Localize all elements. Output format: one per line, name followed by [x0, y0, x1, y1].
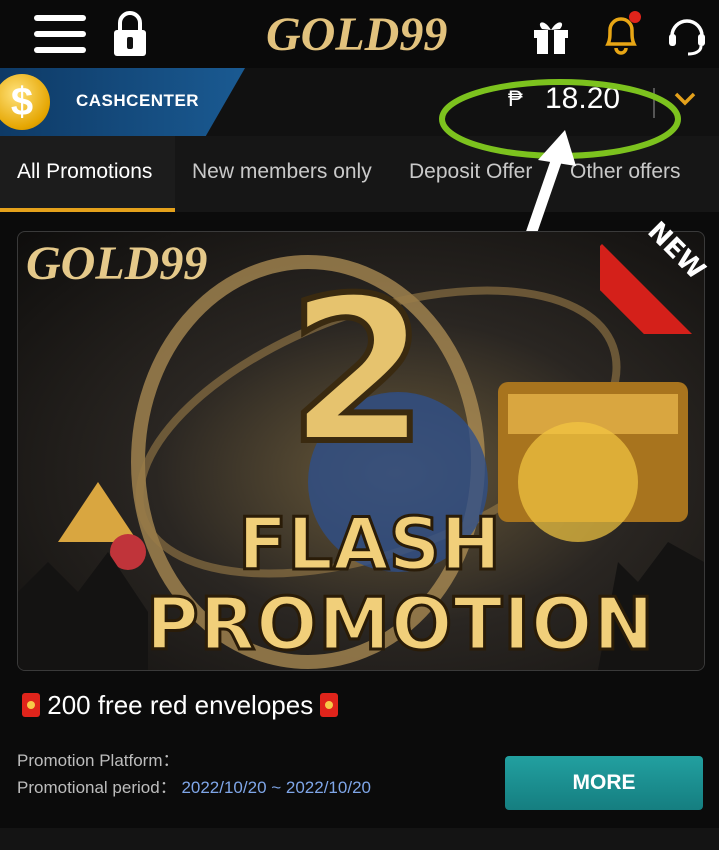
tab-new-members-only[interactable]: New members only: [192, 160, 372, 184]
active-tab-indicator: [0, 208, 175, 212]
next-promotion-peek: [0, 828, 719, 850]
customer-support-icon[interactable]: [664, 12, 710, 58]
period-label: Promotional period：: [17, 778, 177, 797]
banner-number: 2: [285, 255, 430, 488]
red-envelope-icon: [320, 693, 339, 717]
promotion-period: Promotional period： 2022/10/20 ~ 2022/10…: [17, 773, 371, 798]
promotion-title-row: 200 free red envelopes: [22, 690, 339, 721]
period-value: 2022/10/20 ~ 2022/10/20: [181, 778, 371, 797]
gift-icon[interactable]: [530, 14, 572, 56]
tab-all-promotions[interactable]: All Promotions: [17, 160, 152, 184]
banner-headline-flash: FLASH: [237, 501, 503, 588]
hamburger-menu-icon[interactable]: [34, 15, 86, 53]
cash-center-label[interactable]: CASHCENTER: [76, 91, 199, 111]
top-bar: GOLD99: [0, 0, 719, 68]
tab-other-offers[interactable]: Other offers: [570, 160, 681, 184]
red-envelope-icon: [22, 693, 40, 717]
more-button[interactable]: MORE: [505, 756, 703, 810]
bell-icon[interactable]: [598, 10, 644, 56]
promotion-title: 200 free red envelopes: [47, 690, 314, 720]
promotion-platform: Promotion Platform：: [17, 746, 180, 771]
platform-label: Promotion Platform：: [17, 751, 180, 770]
logo-text: GOLD99: [266, 8, 447, 61]
banner-logo: GOLD99: [26, 237, 208, 290]
gold99-logo[interactable]: GOLD99: [266, 4, 466, 64]
banner-headline-promotion: PROMOTION: [145, 581, 656, 668]
lock-icon[interactable]: [108, 10, 152, 58]
